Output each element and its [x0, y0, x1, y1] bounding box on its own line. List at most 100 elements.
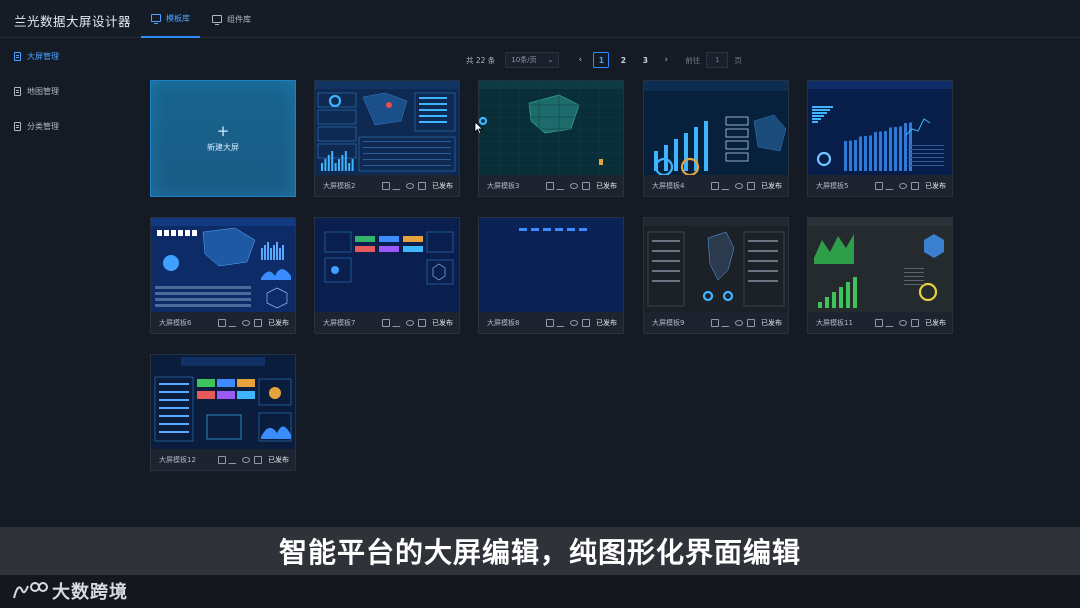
edit-icon[interactable]: [885, 181, 897, 190]
template-thumbnail[interactable]: [151, 355, 295, 449]
publish-status[interactable]: 已发布: [596, 318, 617, 328]
publish-status[interactable]: 已发布: [925, 318, 946, 328]
watermark-text: 大数跨境: [52, 582, 128, 603]
sidebar-item-label: 分类管理: [27, 121, 59, 131]
publish-status[interactable]: 已发布: [432, 181, 453, 191]
template-card[interactable]: 大屏模板4 已发布: [643, 80, 789, 197]
template-thumbnail[interactable]: [315, 218, 459, 312]
template-card[interactable]: 大屏模板7 已发布: [314, 217, 460, 334]
copy-icon[interactable]: [582, 181, 590, 190]
pagination: 共 22 条 10条/页 ⌄ ‹ 1 2 3 › 前往 1 页: [466, 51, 742, 69]
publish-status[interactable]: 已发布: [761, 318, 782, 328]
page-button-3[interactable]: 3: [637, 52, 653, 68]
template-name: 大屏模板7: [323, 318, 356, 327]
template-card[interactable]: 大屏模板5 已发布: [807, 80, 953, 197]
template-thumbnail[interactable]: [644, 218, 788, 312]
template-card[interactable]: 大屏模板11 已发布: [807, 217, 953, 334]
copy-icon[interactable]: [254, 455, 262, 464]
template-thumbnail[interactable]: [808, 218, 952, 312]
template-card-footer: 大屏模板4 已发布: [644, 175, 788, 196]
template-card[interactable]: 大屏模板12 已发布: [150, 354, 296, 471]
copy-icon[interactable]: [418, 318, 426, 327]
page-button-1[interactable]: 1: [593, 52, 610, 68]
publish-status[interactable]: 已发布: [268, 318, 289, 328]
delete-icon[interactable]: [711, 318, 719, 327]
template-thumbnail[interactable]: [479, 218, 623, 312]
prev-page-icon[interactable]: ‹: [573, 55, 587, 65]
template-card-footer: 大屏模板12 已发布: [151, 449, 295, 470]
edit-icon[interactable]: [392, 181, 404, 190]
template-thumbnail[interactable]: [151, 218, 295, 312]
edit-icon[interactable]: [721, 181, 733, 190]
preview-icon[interactable]: [570, 319, 578, 326]
edit-icon[interactable]: [556, 181, 568, 190]
publish-status[interactable]: 已发布: [761, 181, 782, 191]
template-card[interactable]: 大屏模板9 已发布: [643, 217, 789, 334]
template-thumbnail[interactable]: [479, 81, 623, 175]
edit-icon[interactable]: [392, 318, 404, 327]
delete-icon[interactable]: [218, 455, 226, 464]
page-size-select[interactable]: 10条/页 ⌄: [505, 52, 560, 68]
sidebar-item-category-management[interactable]: 分类管理: [14, 118, 59, 134]
delete-icon[interactable]: [711, 181, 719, 190]
preview-icon[interactable]: [406, 319, 414, 326]
template-card[interactable]: 大屏模板6 已发布: [150, 217, 296, 334]
edit-icon[interactable]: [721, 318, 733, 327]
copy-icon[interactable]: [418, 181, 426, 190]
copy-icon[interactable]: [911, 318, 919, 327]
delete-icon[interactable]: [218, 318, 226, 327]
preview-icon[interactable]: [570, 182, 578, 189]
template-name: 大屏模板2: [323, 181, 356, 190]
publish-status[interactable]: 已发布: [925, 181, 946, 191]
pagination-total: 共 22 条: [466, 55, 496, 65]
template-thumbnail[interactable]: [808, 81, 952, 175]
tab-template-library[interactable]: 模板库: [141, 0, 200, 38]
edit-icon[interactable]: [885, 318, 897, 327]
edit-icon[interactable]: [228, 318, 240, 327]
publish-status[interactable]: 已发布: [268, 455, 289, 465]
template-name: 大屏模板8: [487, 318, 520, 327]
preview-icon[interactable]: [899, 182, 907, 189]
next-page-icon[interactable]: ›: [659, 55, 673, 65]
template-card-footer: 大屏模板3 已发布: [479, 175, 623, 196]
sidebar-item-screen-management[interactable]: 大屏管理: [14, 48, 59, 64]
edit-icon[interactable]: [556, 318, 568, 327]
copy-icon[interactable]: [747, 181, 755, 190]
preview-icon[interactable]: [242, 456, 250, 463]
watermark-logo-icon: [13, 582, 48, 599]
document-icon: [14, 86, 21, 96]
sidebar-item-map-management[interactable]: 地图管理: [14, 83, 59, 99]
delete-icon[interactable]: [546, 318, 554, 327]
publish-status[interactable]: 已发布: [432, 318, 453, 328]
goto-label: 前往: [685, 55, 701, 65]
template-card[interactable]: 大屏模板3 已发布: [478, 80, 624, 197]
preview-icon[interactable]: [242, 319, 250, 326]
tab-component-library[interactable]: 组件库: [202, 0, 261, 38]
edit-icon[interactable]: [228, 455, 240, 464]
sidebar-item-label: 地图管理: [27, 86, 59, 96]
delete-icon[interactable]: [382, 318, 390, 327]
copy-icon[interactable]: [254, 318, 262, 327]
template-thumbnail[interactable]: [315, 81, 459, 175]
preview-icon[interactable]: [899, 319, 907, 326]
goto-page-input[interactable]: 1: [706, 52, 729, 68]
copy-icon[interactable]: [911, 181, 919, 190]
copy-icon[interactable]: [582, 318, 590, 327]
delete-icon[interactable]: [546, 181, 554, 190]
delete-icon[interactable]: [875, 318, 883, 327]
publish-status[interactable]: 已发布: [596, 181, 617, 191]
new-screen-button[interactable]: + 新建大屏: [150, 80, 296, 197]
template-thumbnail[interactable]: [644, 81, 788, 175]
template-card[interactable]: 大屏模板2 已发布: [314, 80, 460, 197]
template-card[interactable]: 大屏模板8 已发布: [478, 217, 624, 334]
template-name: 大屏模板11: [816, 318, 853, 327]
template-name: 大屏模板12: [159, 455, 196, 464]
delete-icon[interactable]: [875, 181, 883, 190]
preview-icon[interactable]: [735, 182, 743, 189]
copy-icon[interactable]: [747, 318, 755, 327]
document-icon: [14, 51, 21, 61]
delete-icon[interactable]: [382, 181, 390, 190]
preview-icon[interactable]: [406, 182, 414, 189]
page-button-2[interactable]: 2: [615, 52, 631, 68]
preview-icon[interactable]: [735, 319, 743, 326]
